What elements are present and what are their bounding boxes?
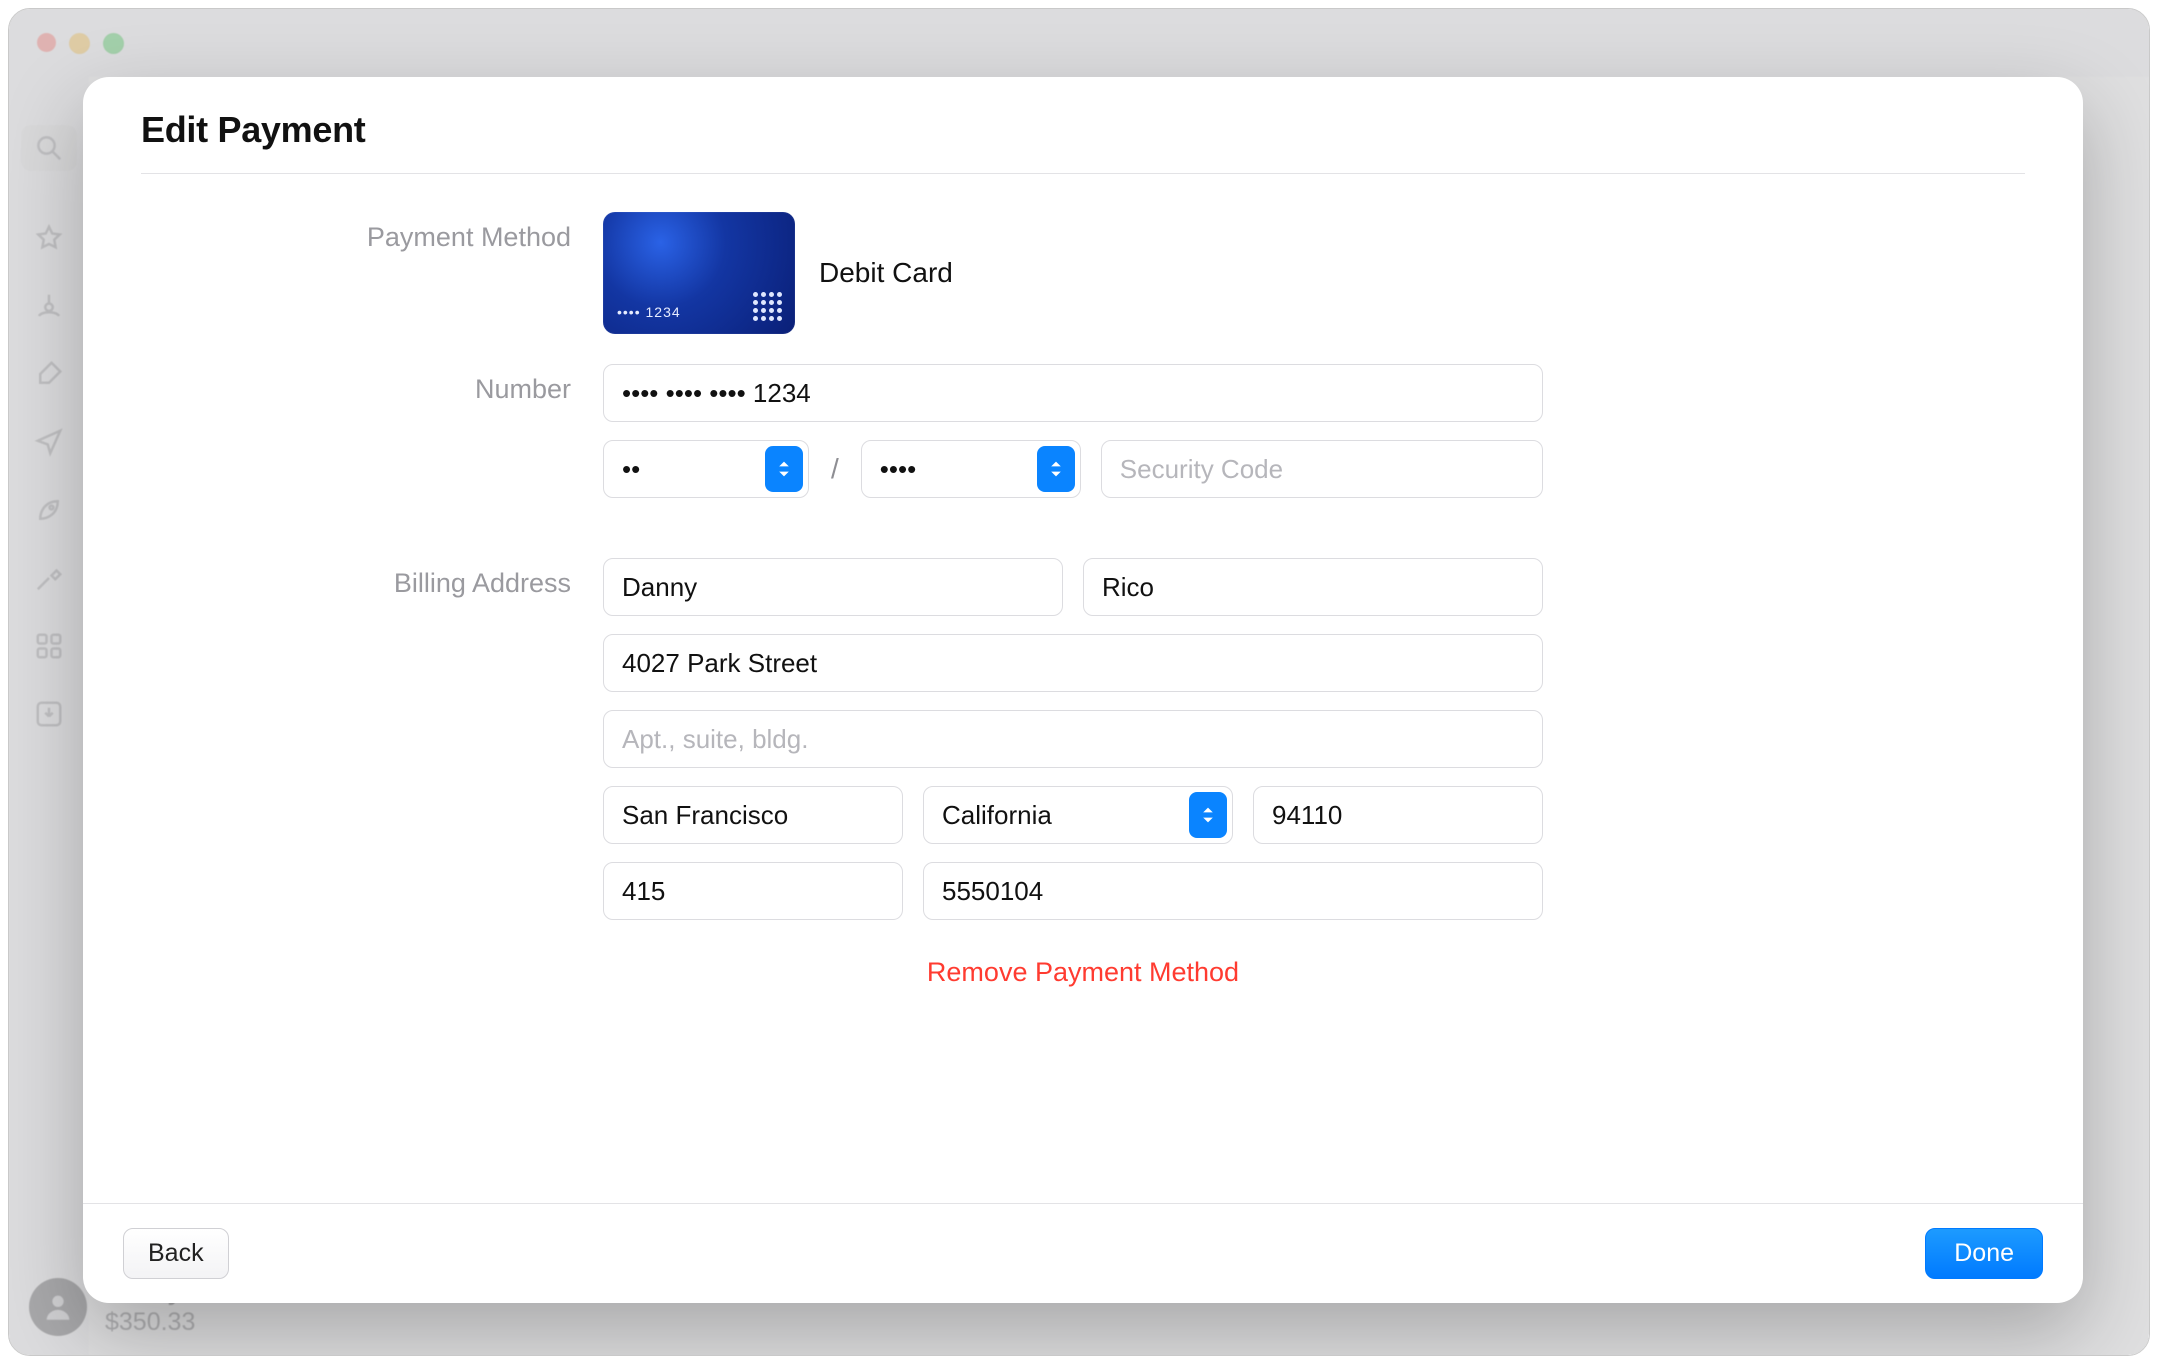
state-value: California (942, 800, 1052, 831)
postal-code-input[interactable] (1253, 786, 1543, 844)
number-label: Number (141, 364, 571, 405)
payment-method-label: Payment Method (141, 212, 571, 253)
card-number-input[interactable] (603, 364, 1543, 422)
stepper-icon (765, 446, 803, 492)
first-name-input[interactable] (603, 558, 1063, 616)
security-code-input[interactable] (1101, 440, 1543, 498)
exp-month-select[interactable]: •• (603, 440, 809, 498)
state-select[interactable]: California (923, 786, 1233, 844)
sheet-title: Edit Payment (141, 109, 2025, 151)
phone-area-input[interactable] (603, 862, 903, 920)
card-type-label: Debit Card (819, 257, 953, 289)
back-button[interactable]: Back (123, 1228, 229, 1279)
exp-month-value: •• (622, 454, 640, 485)
edit-payment-sheet: Edit Payment Payment Method •••• 1234 (83, 77, 2083, 1303)
done-button[interactable]: Done (1925, 1228, 2043, 1279)
exp-year-select[interactable]: •••• (861, 440, 1081, 498)
billing-address-label: Billing Address (141, 558, 571, 599)
exp-year-value: •••• (880, 454, 916, 485)
street1-input[interactable] (603, 634, 1543, 692)
card-masked-number: •••• 1234 (617, 304, 681, 320)
phone-number-input[interactable] (923, 862, 1543, 920)
app-store-window: Danny Rico $350.33 Edit Payment Payment … (8, 8, 2150, 1356)
card-graphic: •••• 1234 (603, 212, 795, 334)
expiry-slash: / (829, 453, 841, 485)
last-name-input[interactable] (1083, 558, 1543, 616)
remove-payment-method-button[interactable]: Remove Payment Method (921, 956, 1245, 989)
street2-input[interactable] (603, 710, 1543, 768)
city-input[interactable] (603, 786, 903, 844)
card-chip-icon (753, 292, 783, 322)
stepper-icon (1037, 446, 1075, 492)
stepper-icon (1189, 792, 1227, 838)
